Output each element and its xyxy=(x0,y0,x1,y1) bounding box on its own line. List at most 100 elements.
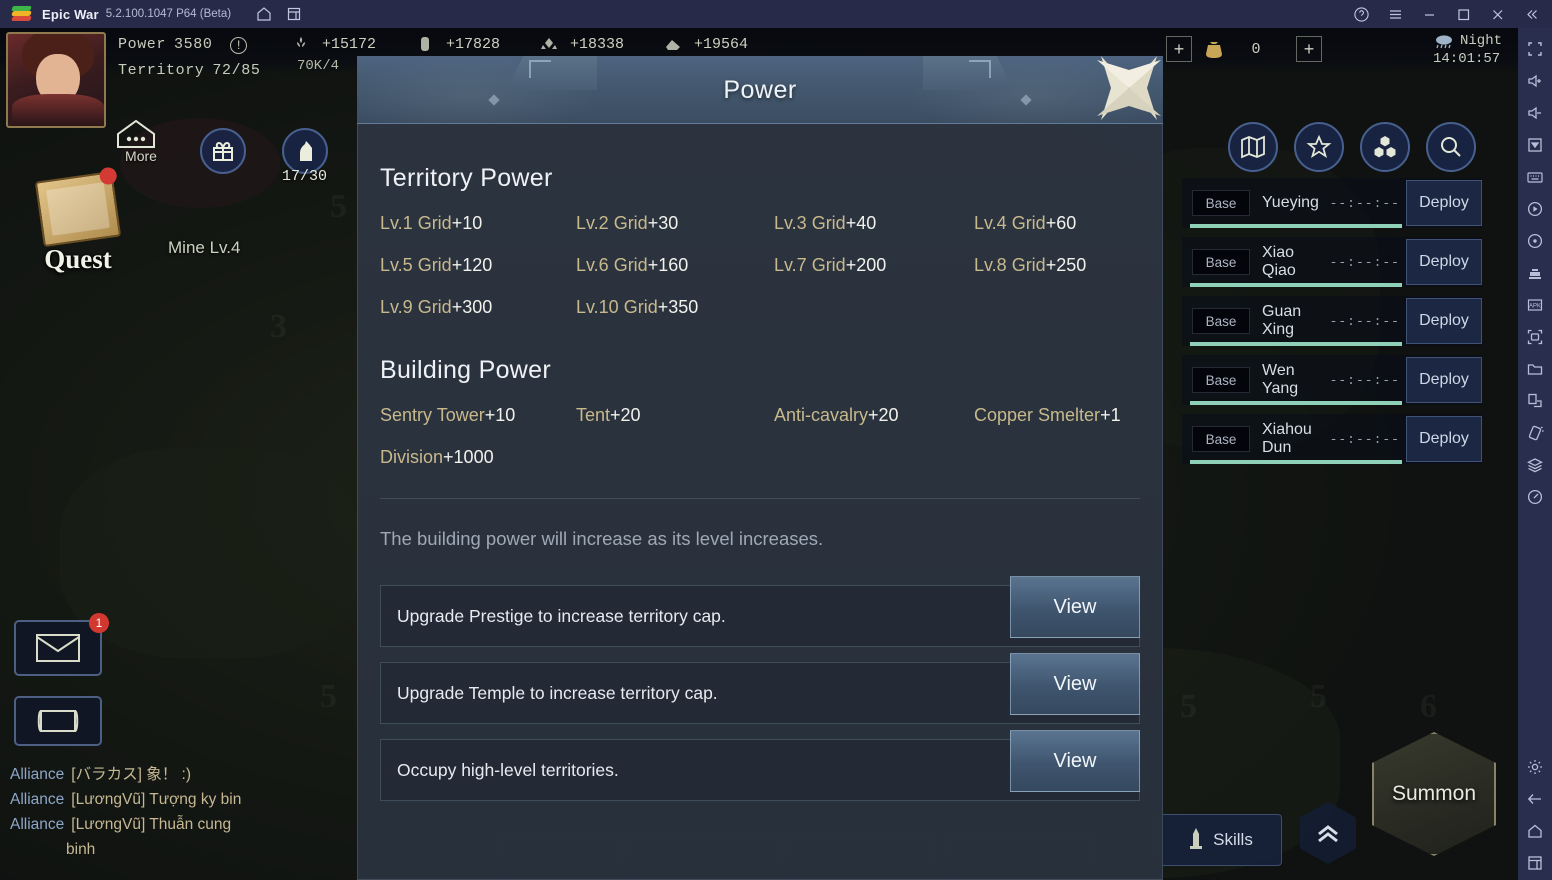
record-icon[interactable] xyxy=(1521,194,1549,224)
exclamation-icon[interactable]: ! xyxy=(230,36,248,54)
menu-icon[interactable] xyxy=(1378,0,1412,28)
deploy-button[interactable]: Deploy xyxy=(1406,357,1482,403)
multi-instance-icon[interactable] xyxy=(279,1,309,27)
home-icon[interactable] xyxy=(249,1,279,27)
resource-wood[interactable]: +17828 xyxy=(414,34,500,54)
resource-capacity: 70K/4 xyxy=(297,58,340,74)
more-button[interactable]: More xyxy=(112,116,170,164)
back-arrow-icon[interactable] xyxy=(1521,784,1549,814)
shake-icon[interactable] xyxy=(1521,418,1549,448)
help-icon[interactable] xyxy=(1344,0,1378,28)
hero-timer: --:--:-- xyxy=(1329,372,1400,388)
power-entry-value: +200 xyxy=(845,255,887,275)
skills-button[interactable]: Skills xyxy=(1158,814,1282,866)
performance-icon[interactable] xyxy=(1521,482,1549,512)
macro-icon[interactable] xyxy=(1521,258,1549,288)
home-icon[interactable] xyxy=(1521,816,1549,846)
wheat-value: +15172 xyxy=(322,35,377,53)
dialog-header: Power xyxy=(357,56,1163,124)
view-button[interactable]: View xyxy=(1010,653,1140,715)
hero-base-badge: Base xyxy=(1192,249,1250,275)
upload-icon[interactable] xyxy=(1521,130,1549,160)
action-row: Occupy high-level territories. View xyxy=(380,730,1140,801)
wheat-icon xyxy=(290,34,312,54)
hero-timer: --:--:-- xyxy=(1329,431,1400,447)
power-entry-value: +30 xyxy=(647,213,679,233)
hero-name: Xiahou Dun xyxy=(1262,421,1312,456)
chat-panel[interactable]: Alliance [バラカス] 象！ :) Alliance [LươngVũ] T… xyxy=(10,762,362,862)
territory-stat: Territory 72/85 xyxy=(118,58,260,84)
hero-row[interactable]: Base Wen Yang --:--:-- Deploy xyxy=(1182,355,1482,405)
view-button[interactable]: View xyxy=(1010,576,1140,638)
keyboard-icon[interactable] xyxy=(1521,162,1549,192)
power-entry: Lv.2 Grid+30 xyxy=(576,213,774,234)
rain-cloud-icon xyxy=(1433,33,1455,49)
power-entry: Lv.4 Grid+60 xyxy=(974,213,1162,234)
hero-name: Wen Yang xyxy=(1262,362,1299,397)
power-entry-key: Division xyxy=(380,447,444,467)
resource-iron[interactable]: +19564 xyxy=(662,34,748,54)
deploy-button[interactable]: Deploy xyxy=(1406,298,1482,344)
mail-button[interactable]: 1 xyxy=(14,613,109,676)
view-button[interactable]: View xyxy=(1010,730,1140,792)
minimize-icon[interactable] xyxy=(1412,0,1446,28)
collapse-sidebar-icon[interactable] xyxy=(1514,0,1548,28)
hero-row[interactable]: Base Xiahou Dun --:--:-- Deploy xyxy=(1182,414,1482,464)
top-right-icon-row xyxy=(1212,122,1476,172)
sync-icon[interactable] xyxy=(1521,226,1549,256)
action-list: Upgrade Prestige to increase territory c… xyxy=(380,576,1140,801)
map-button[interactable] xyxy=(1228,122,1278,172)
power-entry-key: Lv.2 Grid xyxy=(576,213,648,233)
power-entry: Sentry Tower+10 xyxy=(380,405,576,426)
hero-row[interactable]: Base Guan Xing --:--:-- Deploy xyxy=(1182,296,1482,346)
emulator-titlebar: Epic War 5.2.100.1047 P64 (Beta) xyxy=(0,0,1552,28)
power-entry: Lv.3 Grid+40 xyxy=(774,213,974,234)
add-gold-button[interactable]: + xyxy=(1296,36,1322,62)
power-entry-key: Lv.1 Grid xyxy=(380,213,452,233)
deploy-button[interactable]: Deploy xyxy=(1406,416,1482,462)
hero-row[interactable]: Base Xiao Qiao --:--:-- Deploy xyxy=(1182,237,1482,287)
hero-row[interactable]: Base Yueying --:--:-- Deploy xyxy=(1182,178,1482,228)
layers-icon[interactable] xyxy=(1521,450,1549,480)
resource-wheat[interactable]: +15172 xyxy=(290,34,376,54)
deploy-button[interactable]: Deploy xyxy=(1406,239,1482,285)
settings-gear-icon[interactable] xyxy=(1521,752,1549,782)
power-entry-value: +1 xyxy=(1100,405,1121,425)
volume-up-icon[interactable] xyxy=(1521,66,1549,96)
action-row: Upgrade Prestige to increase territory c… xyxy=(380,576,1140,647)
folder-icon[interactable] xyxy=(1521,354,1549,384)
volume-down-icon[interactable] xyxy=(1521,98,1549,128)
recent-apps-icon[interactable] xyxy=(1521,848,1549,878)
star-button[interactable] xyxy=(1294,122,1344,172)
scroll-button[interactable] xyxy=(14,696,102,746)
power-entry-value: +120 xyxy=(451,255,493,275)
power-entry-key: Lv.6 Grid xyxy=(576,255,648,275)
screenshot-icon[interactable] xyxy=(1521,322,1549,352)
maximize-icon[interactable] xyxy=(1446,0,1480,28)
chat-message-continuation: binh xyxy=(66,841,96,858)
quest-button[interactable]: Quest xyxy=(22,166,134,275)
quest-label: Quest xyxy=(44,244,112,274)
close-icon[interactable] xyxy=(1480,0,1514,28)
power-entry-value: +60 xyxy=(1045,213,1077,233)
action-row: Upgrade Temple to increase territory cap… xyxy=(380,653,1140,724)
gift-button[interactable] xyxy=(200,128,246,174)
power-entry: Lv.8 Grid+250 xyxy=(974,255,1162,276)
hex-cluster-icon xyxy=(1372,134,1398,160)
apk-install-icon[interactable]: APK xyxy=(1521,290,1549,320)
gold-sack-icon xyxy=(1202,38,1226,60)
scroll-icon xyxy=(35,706,81,736)
action-text: Upgrade Prestige to increase territory c… xyxy=(397,605,726,626)
player-avatar[interactable] xyxy=(6,32,106,128)
stone-icon xyxy=(538,34,560,54)
fullscreen-icon[interactable] xyxy=(1521,34,1549,64)
deploy-button[interactable]: Deploy xyxy=(1406,180,1482,226)
rotate-screen-icon[interactable] xyxy=(1521,386,1549,416)
chat-line: Alliance [LươngVũ] Tượng ky bin xyxy=(10,787,362,812)
close-shuriken-icon[interactable] xyxy=(1087,46,1171,130)
hex-cluster-button[interactable] xyxy=(1360,122,1410,172)
search-button[interactable] xyxy=(1426,122,1476,172)
resource-bar: +15172 +17828 +18338 +19564 xyxy=(290,34,786,54)
power-entry: Lv.6 Grid+160 xyxy=(576,255,774,276)
resource-stone[interactable]: +18338 xyxy=(538,34,624,54)
